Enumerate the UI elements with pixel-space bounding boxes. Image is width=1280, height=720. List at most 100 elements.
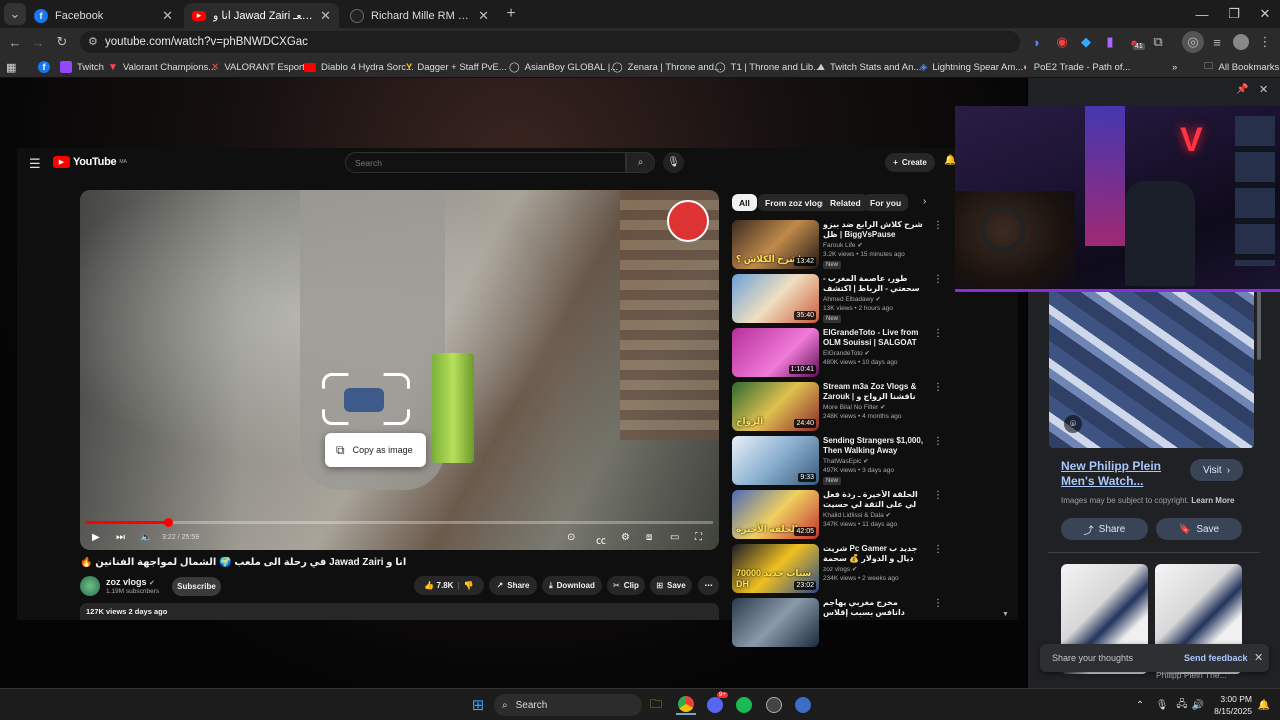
extensions-menu-button[interactable]: ⧉	[1147, 31, 1169, 53]
lens-search-image-button[interactable]: ⌾	[1064, 415, 1082, 433]
close-window-button[interactable]: ✕	[1250, 4, 1280, 24]
pin-panel-button[interactable]: 📌	[1236, 84, 1248, 95]
google-lens-button[interactable]: ◎	[1182, 31, 1204, 53]
bookmark-lightning-spear[interactable]: ◈ Lightning Spear Am...	[920, 56, 1023, 78]
close-feedback-icon[interactable]: ✕	[1254, 651, 1263, 664]
recommendation-item[interactable]: شرح الكلاش ؟!13:42شرح كلاش الرابع ضد بيز…	[732, 220, 943, 272]
recommendation-channel[interactable]: Farouk Life ✔	[823, 241, 925, 249]
subtitles-button[interactable]: ㏄	[596, 532, 606, 547]
progress-bar[interactable]	[86, 518, 713, 527]
panel-scrollbar[interactable]	[1257, 290, 1261, 360]
youtube-logo[interactable]: ▶ YouTube MA	[53, 156, 127, 168]
hamburger-menu-button[interactable]: ☰	[29, 156, 41, 172]
next-button[interactable]: ⏭	[116, 532, 125, 543]
reading-list-button[interactable]: ≡	[1206, 31, 1228, 53]
kebab-icon[interactable]: ⋮	[933, 598, 943, 609]
minimize-button[interactable]: —	[1187, 4, 1217, 24]
extension-button[interactable]: ◗	[1026, 31, 1048, 53]
recommendation-title[interactable]: شرح كلاش الرابع ضد بيزو ظل | BiggVsPause	[823, 220, 925, 240]
recommendation-title[interactable]: Stream m3a Zoz Vlogs & Zarouk | ناقشنا ا…	[823, 382, 925, 402]
kebab-icon[interactable]: ⋮	[933, 220, 943, 231]
restore-button[interactable]: ❐	[1219, 4, 1249, 24]
kebab-icon[interactable]: ⋮	[933, 436, 943, 447]
close-icon[interactable]: ✕	[320, 8, 331, 24]
fullscreen-button[interactable]: ⛶	[695, 532, 702, 543]
profile-button[interactable]	[1230, 31, 1252, 53]
result-title-link[interactable]: New Philipp Plein Men's Watch...	[1061, 459, 1181, 489]
description-box[interactable]: 127K views 2 days ago	[80, 603, 719, 620]
settings-button[interactable]: ⚙	[621, 532, 630, 543]
back-button[interactable]: ←	[4, 31, 26, 53]
miniplayer-button[interactable]: ⧈	[646, 532, 652, 543]
recommendation-channel[interactable]: More Bilal No Filter ✔	[823, 403, 925, 411]
forward-button[interactable]: →	[27, 31, 49, 53]
save-button[interactable]: ⊞ Save	[650, 576, 692, 595]
recommendation-item[interactable]: 9:33 Sending Strangers $1,000, Then Walki…	[732, 436, 943, 488]
recommendation-channel[interactable]: Khalid Lidlissi & Dala ✔	[823, 511, 925, 519]
video-thumbnail[interactable]	[732, 598, 819, 647]
kebab-icon[interactable]: ⋮	[933, 490, 943, 501]
app-taskbar-button[interactable]	[793, 695, 813, 715]
bookmark-twitch[interactable]: Twitch	[60, 56, 104, 78]
chips-next-button[interactable]: ›	[923, 196, 926, 207]
extension-button[interactable]: ◆	[1075, 31, 1097, 53]
theater-button[interactable]: ▭	[670, 532, 679, 543]
recommendation-item[interactable]: الزواج 24:40 Stream m3a Zoz Vlogs & Zarouk…	[732, 382, 943, 434]
subscribe-button[interactable]: Subscribe	[172, 577, 221, 596]
spotify-taskbar-button[interactable]	[734, 695, 754, 715]
video-thumbnail[interactable]: 35:40	[732, 274, 819, 323]
dislike-button[interactable]: 👎	[464, 581, 474, 590]
microphone-tray-icon[interactable]: 🎙	[1152, 695, 1172, 715]
tray-overflow-button[interactable]: ⌃	[1130, 695, 1150, 715]
close-icon[interactable]: ✕	[478, 8, 489, 24]
download-button[interactable]: ⤓ Download	[542, 576, 602, 595]
recommendation-title[interactable]: الحلقة الأخيرة ـ ردة فعل لي على الثقة لي…	[823, 490, 925, 510]
kebab-icon[interactable]: ⋮	[933, 544, 943, 555]
chip-related[interactable]: Related	[823, 194, 868, 211]
bookmark-valorant-champions[interactable]: ▼ Valorant Champions...	[108, 56, 216, 78]
tab-youtube-video[interactable]: ▸ انا و Jawad Zairi في رحلة الى ملعـ ✕	[184, 3, 339, 28]
bookmark-twitch-stats[interactable]: ⛰ Twitch Stats and An...	[817, 56, 921, 78]
recommendation-title[interactable]: شريت Pc Gamer جديد ب ديال و الدولار 💰 سح…	[823, 544, 925, 564]
autoplay-toggle[interactable]: ⊙	[567, 532, 575, 543]
extension-button[interactable]: ◉	[1051, 31, 1073, 53]
start-button[interactable]: ⊞	[468, 695, 488, 715]
obs-taskbar-button[interactable]	[764, 695, 784, 715]
clip-button[interactable]: ✂ Clip	[607, 576, 645, 595]
recommendation-title[interactable]: مخرج مغربي يهاجم دانافس بسبب إقلاس مقالت…	[823, 598, 925, 618]
file-explorer-button[interactable]: 🗀	[646, 695, 666, 715]
recommendation-title[interactable]: Sending Strangers $1,000, Then Walking A…	[823, 436, 925, 456]
notifications-tray-button[interactable]: 🔔	[1254, 695, 1274, 715]
all-bookmarks-button[interactable]: 🗀 All Bookmarks	[1204, 56, 1279, 78]
video-thumbnail[interactable]: شرح الكلاش ؟!13:42	[732, 220, 819, 269]
close-panel-button[interactable]: ✕	[1259, 83, 1268, 96]
recommendation-item[interactable]: 1:10:41 ElGrandeToto - Live from OLM Soui…	[732, 328, 943, 380]
bookmark-valorant-esports[interactable]: ✕ VALORANT Esports	[211, 56, 310, 78]
menu-button[interactable]: ⋮	[1254, 31, 1276, 53]
site-info-icon[interactable]: ⚙	[88, 35, 98, 48]
recommendation-channel[interactable]: Ahmed Elbadawy ✔	[823, 295, 925, 303]
play-button[interactable]: ▶	[92, 532, 100, 543]
recommendation-item[interactable]: الحلقة الأخيرة 42:05 الحلقة الأخيرة ـ ردة …	[732, 490, 943, 542]
bookmark-dagger-staff[interactable]: Y Dagger + Staff PvE...	[406, 56, 507, 78]
bookmarks-overflow-button[interactable]: »	[1172, 56, 1177, 78]
channel-avatar[interactable]	[80, 576, 100, 596]
recommendation-title[interactable]: ElGrandeToto - Live from OLM Souissi | S…	[823, 328, 925, 348]
send-feedback-link[interactable]: Send feedback	[1184, 653, 1248, 663]
bookmark-facebook[interactable]: f	[38, 56, 50, 78]
tab-facebook[interactable]: f Facebook ✕	[26, 3, 181, 28]
apps-button[interactable]: ▦	[6, 56, 16, 78]
extension-button[interactable]: ▮	[1099, 31, 1121, 53]
recommendation-item[interactable]: ستاب جديد 70000 DH 23:02 شريت Pc Gamer جدي…	[732, 544, 943, 596]
create-button[interactable]: + Create	[885, 153, 935, 172]
new-tab-button[interactable]: +	[500, 3, 522, 25]
kebab-icon[interactable]: ⋮	[933, 274, 943, 285]
video-thumbnail[interactable]: 1:10:41	[732, 328, 819, 377]
chip-all[interactable]: All	[732, 194, 757, 211]
recommendation-item[interactable]: 35:40 طور، عاصمة المغرب - سحعتي - الرباط …	[732, 274, 943, 326]
clock[interactable]: 3:00 PM 8/15/2025	[1208, 693, 1252, 717]
bookmark-zenara[interactable]: ◯ Zenara | Throne and...	[612, 56, 722, 78]
visit-button[interactable]: Visit ›	[1190, 459, 1243, 481]
taskbar-search[interactable]: ⌕ Search	[494, 694, 642, 716]
recommendation-title[interactable]: طور، عاصمة المغرب - سحعتي - الرباط | اكت…	[823, 274, 925, 294]
